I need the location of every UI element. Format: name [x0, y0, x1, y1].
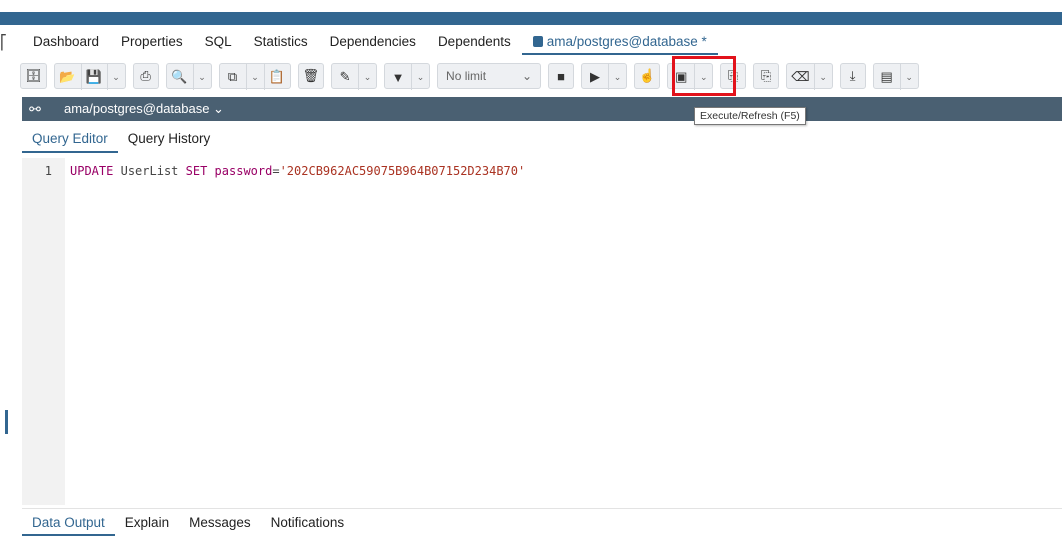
tab-statistics[interactable]: Statistics [243, 29, 319, 55]
play-icon: ▶ [590, 69, 601, 84]
filter-group: ▼ ⌄ [384, 63, 431, 90]
copy-group: ⧉ ⌄ 📋 [218, 63, 291, 90]
tab-query-history[interactable]: Query History [118, 125, 221, 153]
sql-editor[interactable] [65, 158, 1062, 505]
query-toolbar: 🗄 📂 💾 ⌄ ⎙ 🔍 ⌄ ⧉ ⌄ 📋 🗑 ✎ ⌄ ▼ ⌄ No limit ⌄ [20, 58, 1062, 94]
execute-highlight-box [672, 56, 736, 96]
execute-dropdown-button[interactable]: ⌄ [608, 64, 626, 90]
left-panel-marker [5, 410, 8, 434]
copy-icon: ⧉ [227, 69, 238, 84]
edit-group: ✎ ⌄ [331, 63, 378, 90]
find-button[interactable]: 🔍 [167, 64, 193, 90]
delete-button[interactable]: 🗑 [297, 63, 325, 89]
tab-data-output[interactable]: Data Output [22, 510, 115, 536]
open-browser-button[interactable]: 🗄 [20, 63, 47, 89]
execute-button[interactable]: ▶ [582, 64, 608, 90]
eraser-icon: ⌫ [791, 69, 810, 84]
edit-dropdown-button[interactable]: ⌄ [358, 64, 376, 90]
results-tab-bar: Data Output Explain Messages Notificatio… [22, 508, 1062, 536]
file-group: 📂 💾 ⌄ [53, 63, 126, 90]
connection-bar[interactable]: ⚯ ama/postgres@database ⌄ [22, 97, 1062, 121]
stop-button[interactable]: ■ [548, 63, 575, 89]
pgadmin-window: ⎡ Dashboard Properties SQL Statistics De… [0, 0, 1062, 536]
main-tab-bar: Dashboard Properties SQL Statistics Depe… [22, 28, 718, 56]
paste-icon: 📋 [268, 69, 286, 84]
explain-button[interactable]: ☝ [634, 63, 661, 89]
search-icon: 🔍 [171, 69, 188, 84]
link-icon: ⚯ [29, 100, 41, 117]
editor-tab-bar: Query Editor Query History [22, 124, 220, 154]
left-edge-glyph: ⎡ [0, 34, 7, 50]
save-data-button[interactable]: ⎙ [132, 63, 159, 89]
string-value: '202CB962AC59075B964B07152D234B70' [279, 164, 526, 178]
chevron-down-icon: ⌄ [819, 71, 827, 82]
top-header-bar [0, 12, 1062, 25]
tab-dependents[interactable]: Dependents [427, 29, 522, 55]
tab-sql[interactable]: SQL [194, 29, 243, 55]
chevron-down-icon: ⌄ [363, 71, 372, 82]
tab-explain[interactable]: Explain [115, 510, 179, 536]
tab-properties[interactable]: Properties [110, 29, 194, 55]
pointer-icon: ☝ [639, 68, 656, 83]
keyword-set: SET [185, 164, 208, 178]
macros-dropdown-button[interactable]: ⌄ [899, 64, 918, 90]
tab-query-tool[interactable]: ama/postgres@database * [521, 29, 718, 55]
save-data-icon: ⎙ [140, 68, 151, 83]
row-limit-select[interactable]: No limit ⌄ [437, 63, 542, 89]
macros-button[interactable]: ▤ [874, 64, 900, 90]
tab-messages[interactable]: Messages [179, 510, 261, 536]
sql-code-line[interactable]: UPDATE UserList SET password='202CB962AC… [70, 164, 525, 178]
filter-dropdown-button[interactable]: ⌄ [411, 64, 429, 90]
tab-query-editor[interactable]: Query Editor [22, 125, 118, 153]
chevron-down-icon: ⌄ [198, 71, 206, 82]
copy-dropdown-button[interactable]: ⌄ [245, 64, 264, 90]
macros-group: ▤ ⌄ [872, 63, 919, 90]
chevron-down-icon: ⌄ [112, 71, 120, 82]
rollback-icon: ⎘ [761, 68, 772, 83]
trash-icon: 🗑 [302, 68, 320, 83]
download-button[interactable]: ⤓ [839, 63, 866, 89]
line-number: 1 [44, 164, 52, 178]
table-name: UserList [120, 164, 179, 178]
database-icon [532, 36, 543, 47]
download-icon: ⤓ [849, 68, 856, 83]
execute-group: ▶ ⌄ [581, 63, 628, 90]
macro-icon: ▤ [880, 69, 893, 84]
clear-button[interactable]: ⌫ [787, 64, 813, 90]
line-number-gutter [22, 158, 65, 505]
find-dropdown-button[interactable]: ⌄ [192, 64, 211, 90]
edit-button[interactable]: ✎ [332, 64, 358, 90]
stop-icon: ■ [557, 68, 565, 84]
find-group: 🔍 ⌄ [165, 63, 212, 90]
row-limit-value: No limit [446, 69, 487, 83]
tab-query-tool-label: ama/postgres@database * [546, 34, 707, 49]
keyword-update: UPDATE [70, 164, 114, 178]
rollback-button[interactable]: ⎘ [753, 63, 780, 89]
open-file-button[interactable]: 📂 [55, 64, 81, 90]
connection-label[interactable]: ama/postgres@database ⌄ [48, 101, 224, 117]
equals-sign: = [272, 164, 280, 178]
tab-dependencies[interactable]: Dependencies [319, 29, 427, 55]
filter-icon: ▼ [391, 69, 405, 85]
save-icon: 💾 [85, 69, 103, 84]
paste-button[interactable]: 📋 [263, 64, 290, 90]
save-dropdown-button[interactable]: ⌄ [106, 64, 125, 90]
chevron-down-icon: ⌄ [416, 71, 425, 82]
execute-tooltip: Execute/Refresh (F5) [694, 107, 806, 125]
copy-button[interactable]: ⧉ [220, 64, 246, 90]
column-name: password [214, 164, 273, 178]
clear-group: ⌫ ⌄ [786, 63, 833, 90]
chevron-down-icon: ⌄ [613, 71, 622, 82]
edit-icon: ✎ [339, 69, 351, 84]
chevron-down-icon: ⌄ [521, 69, 533, 83]
tab-dashboard[interactable]: Dashboard [22, 29, 110, 55]
tab-notifications[interactable]: Notifications [261, 510, 355, 536]
filter-button[interactable]: ▼ [385, 64, 411, 90]
chevron-down-icon: ⌄ [905, 71, 913, 82]
save-file-button[interactable]: 💾 [80, 64, 107, 90]
folder-icon: 📂 [59, 69, 76, 84]
clear-dropdown-button[interactable]: ⌄ [813, 64, 832, 90]
database-icon: 🗄 [25, 68, 42, 83]
chevron-down-icon: ⌄ [251, 71, 259, 82]
